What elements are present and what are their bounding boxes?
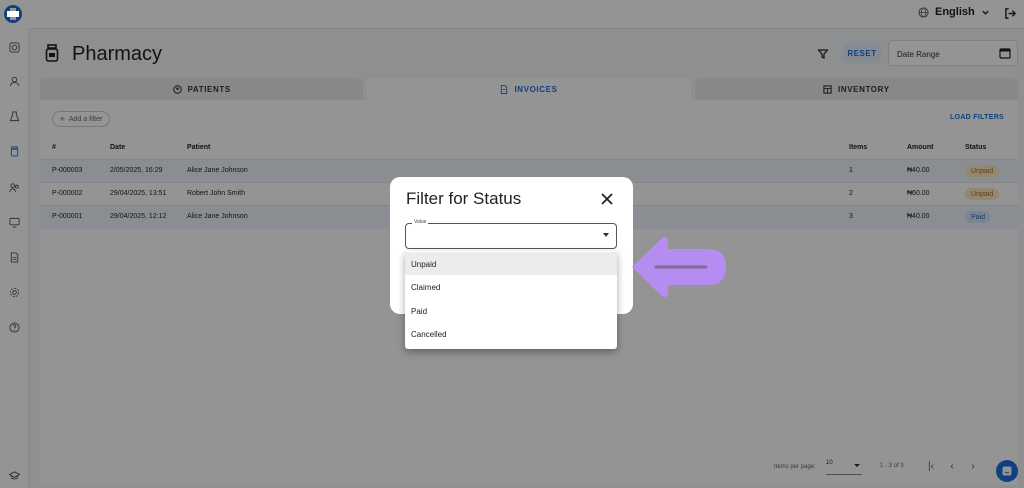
option-cancelled[interactable]: Cancelled: [405, 322, 617, 345]
pointer-arrow: [630, 235, 730, 306]
close-icon: [601, 193, 613, 205]
dialog-title: Filter for Status: [406, 189, 522, 208]
close-dialog-button[interactable]: [600, 192, 614, 211]
field-label: Value: [412, 219, 429, 225]
dropdown-caret-icon[interactable]: [603, 233, 609, 237]
option-unpaid[interactable]: Unpaid: [405, 252, 617, 275]
option-claimed[interactable]: Claimed: [405, 275, 617, 298]
option-paid[interactable]: Paid: [405, 299, 617, 322]
status-value-select[interactable]: [405, 223, 617, 249]
